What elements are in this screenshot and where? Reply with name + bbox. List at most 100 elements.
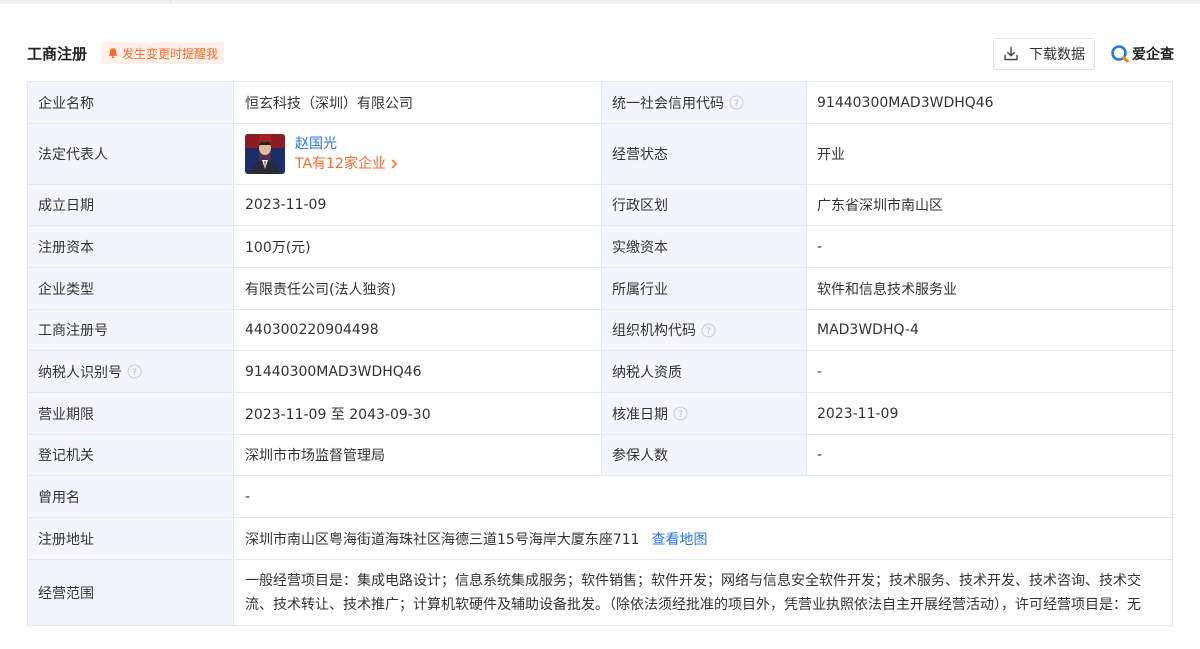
- label-cell: 企业类型: [28, 268, 233, 309]
- table-row: 营业期限 2023-11-09 至 2043-09-30 核准日期 ? 2023…: [28, 393, 1174, 435]
- founded-value: 2023-11-09: [245, 197, 327, 213]
- industry-label: 所属行业: [612, 281, 668, 298]
- value-cell: 开业: [806, 124, 1174, 184]
- legal-rep-name-link[interactable]: 赵国光: [295, 134, 398, 154]
- scope-value: 一般经营项目是：集成电路设计；信息系统集成服务；软件销售；软件开发；网络与信息安…: [245, 572, 1141, 613]
- download-data-button[interactable]: 下载数据: [993, 38, 1095, 70]
- term-label: 营业期限: [38, 406, 94, 423]
- label-cell: 参保人数: [601, 435, 806, 475]
- label-cell: 经营范围: [28, 560, 233, 625]
- credit-code-value: 91440300MAD3WDHQ46: [817, 94, 994, 111]
- business-registration-panel: 工商注册 发生变更时提醒我 下载数据 爱企查 企业名称 恒玄科技（深圳）有限公司…: [0, 4, 1200, 649]
- value-cell: -: [806, 226, 1174, 267]
- value-cell: 2023-11-09: [233, 185, 601, 225]
- legal-rep-label: 法定代表人: [38, 147, 108, 163]
- change-remind-button[interactable]: 发生变更时提醒我: [101, 42, 225, 64]
- value-cell: 440300220904498: [233, 310, 601, 350]
- table-row: 工商注册号 440300220904498 组织机构代码 ? MAD3WDHQ-…: [28, 310, 1174, 351]
- value-cell: 91440300MAD3WDHQ46: [233, 351, 601, 392]
- legal-rep-texts: 赵国光 TA有12家企业: [295, 134, 398, 174]
- company-name-value: 恒玄科技（深圳）有限公司: [245, 95, 413, 112]
- label-cell: 实缴资本: [601, 226, 806, 267]
- authority-label: 登记机关: [38, 448, 94, 464]
- industry-value: 软件和信息技术服务业: [817, 281, 957, 298]
- table-row: 曾用名 -: [28, 476, 1174, 518]
- status-label: 经营状态: [612, 147, 668, 163]
- help-icon[interactable]: ?: [673, 406, 688, 421]
- value-cell: 2023-11-09: [806, 393, 1174, 434]
- avatar[interactable]: [245, 134, 285, 174]
- approval-date-value: 2023-11-09: [817, 405, 899, 422]
- label-cell: 注册资本: [28, 226, 233, 267]
- label-cell: 纳税人资质: [601, 351, 806, 392]
- status-value: 开业: [817, 147, 845, 163]
- value-cell: 100万(元): [233, 226, 601, 267]
- label-cell: 注册地址: [28, 518, 233, 559]
- table-row: 登记机关 深圳市市场监督管理局 参保人数 -: [28, 435, 1174, 476]
- value-cell: 广东省深圳市南山区: [806, 185, 1174, 225]
- taxpayer-qual-value: -: [817, 363, 823, 380]
- label-cell: 企业名称: [28, 82, 233, 123]
- help-icon[interactable]: ?: [729, 95, 744, 110]
- credit-code-label: 统一社会信用代码: [612, 95, 724, 112]
- table-row: 企业名称 恒玄科技（深圳）有限公司 统一社会信用代码 ? 91440300MAD…: [28, 82, 1174, 124]
- former-name-label: 曾用名: [38, 489, 80, 506]
- value-cell: MAD3WDHQ-4: [806, 310, 1174, 350]
- reg-no-value: 440300220904498: [245, 322, 379, 338]
- value-cell: 赵国光 TA有12家企业: [233, 124, 601, 184]
- svg-text:?: ?: [734, 99, 739, 109]
- address-value: 深圳市南山区粤海街道海珠社区海德三道15号海岸大厦东座711: [245, 531, 640, 548]
- founded-label: 成立日期: [38, 198, 94, 214]
- address-label: 注册地址: [38, 531, 94, 548]
- help-icon[interactable]: ?: [701, 323, 716, 338]
- legal-rep-companies-label: TA有12家企业: [295, 156, 386, 172]
- taxpayer-id-label: 纳税人识别号: [38, 364, 122, 381]
- label-cell: 核准日期 ?: [601, 393, 806, 434]
- approval-date-label: 核准日期: [612, 406, 668, 423]
- section-title: 工商注册: [27, 45, 88, 63]
- reg-no-label: 工商注册号: [38, 323, 108, 339]
- section-header: 工商注册 发生变更时提醒我 下载数据 爱企查: [27, 38, 1177, 72]
- scope-label: 经营范围: [38, 585, 94, 602]
- legal-rep-companies-link[interactable]: TA有12家企业: [295, 154, 398, 174]
- help-icon[interactable]: ?: [127, 364, 142, 379]
- table-row: 注册资本 100万(元) 实缴资本 -: [28, 226, 1174, 268]
- chevron-right-icon: [391, 159, 397, 169]
- authority-value: 深圳市市场监督管理局: [245, 448, 385, 464]
- download-data-label: 下载数据: [1029, 47, 1085, 63]
- reg-capital-label: 注册资本: [38, 239, 94, 256]
- value-cell: -: [806, 435, 1174, 475]
- svg-text:?: ?: [706, 327, 711, 337]
- value-cell: 91440300MAD3WDHQ46: [806, 82, 1174, 123]
- term-value: 2023-11-09 至 2043-09-30: [245, 406, 431, 423]
- region-value: 广东省深圳市南山区: [817, 198, 943, 214]
- taxpayer-id-value: 91440300MAD3WDHQ46: [245, 363, 422, 380]
- company-name-label: 企业名称: [38, 95, 94, 112]
- label-cell: 所属行业: [601, 268, 806, 309]
- company-type-value: 有限责任公司(法人独资): [245, 281, 396, 298]
- registration-table: 企业名称 恒玄科技（深圳）有限公司 统一社会信用代码 ? 91440300MAD…: [27, 81, 1174, 626]
- table-row: 法定代表人 赵国光 TA有12家企业 经营状态 开业: [28, 124, 1174, 185]
- insured-value: -: [817, 447, 823, 463]
- reg-capital-value: 100万(元): [245, 239, 311, 256]
- bell-icon: [108, 48, 118, 59]
- label-cell: 统一社会信用代码 ?: [601, 82, 806, 123]
- value-cell: 有限责任公司(法人独资): [233, 268, 601, 309]
- label-cell: 成立日期: [28, 185, 233, 225]
- region-label: 行政区划: [612, 198, 668, 214]
- label-cell: 登记机关: [28, 435, 233, 475]
- label-cell: 工商注册号: [28, 310, 233, 350]
- svg-text:?: ?: [132, 368, 137, 378]
- label-cell: 纳税人识别号 ?: [28, 351, 233, 392]
- label-cell: 曾用名: [28, 476, 233, 517]
- value-cell: 一般经营项目是：集成电路设计；信息系统集成服务；软件销售；软件开发；网络与信息安…: [233, 560, 1174, 625]
- brand-logo: 爱企查: [1110, 44, 1174, 64]
- table-row: 经营范围 一般经营项目是：集成电路设计；信息系统集成服务；软件销售；软件开发；网…: [28, 560, 1174, 625]
- former-name-value: -: [245, 488, 251, 505]
- label-cell: 法定代表人: [28, 124, 233, 184]
- brand-name: 爱企查: [1132, 47, 1174, 63]
- value-cell: -: [806, 351, 1174, 392]
- view-map-link[interactable]: 查看地图: [652, 529, 708, 549]
- label-cell: 行政区划: [601, 185, 806, 225]
- svg-text:?: ?: [678, 410, 683, 420]
